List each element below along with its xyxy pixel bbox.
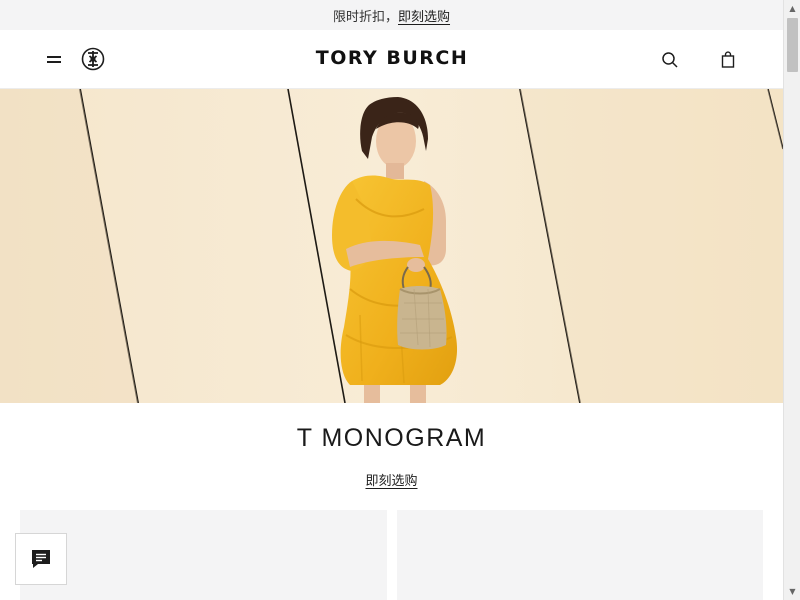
scroll-down-arrow-icon[interactable]: ▼ (784, 583, 800, 600)
chat-button[interactable] (15, 533, 67, 585)
site-header: TORY BURCH (0, 30, 783, 89)
tory-burch-logo-icon[interactable] (81, 47, 105, 71)
hero-image (0, 89, 783, 403)
scrollbar[interactable]: ▲ ▼ (783, 0, 800, 600)
promo-text: 限时折扣， (332, 9, 398, 25)
section-cta-wrapper: 即刻选购 (0, 470, 783, 489)
section-shop-now-link[interactable]: 即刻选购 (365, 474, 417, 489)
promo-shop-now-link[interactable]: 即刻选购 (398, 6, 450, 25)
hero-banner[interactable] (0, 89, 783, 403)
product-card[interactable] (20, 510, 387, 600)
search-icon[interactable] (660, 50, 680, 70)
shopping-bag-icon[interactable] (718, 50, 738, 70)
chat-icon (32, 550, 50, 568)
scroll-thumb[interactable] (787, 18, 798, 72)
section-title: T MONOGRAM (296, 424, 487, 452)
page: 限时折扣， 即刻选购 TORY BURCH T MONOGRAM 即刻选购 ▲ … (0, 0, 800, 600)
product-card[interactable] (397, 510, 763, 600)
menu-icon[interactable] (44, 49, 64, 69)
promo-bar: 限时折扣， 即刻选购 (0, 0, 783, 30)
brand-wordmark[interactable]: TORY BURCH (292, 47, 492, 69)
scroll-up-arrow-icon[interactable]: ▲ (784, 0, 800, 17)
